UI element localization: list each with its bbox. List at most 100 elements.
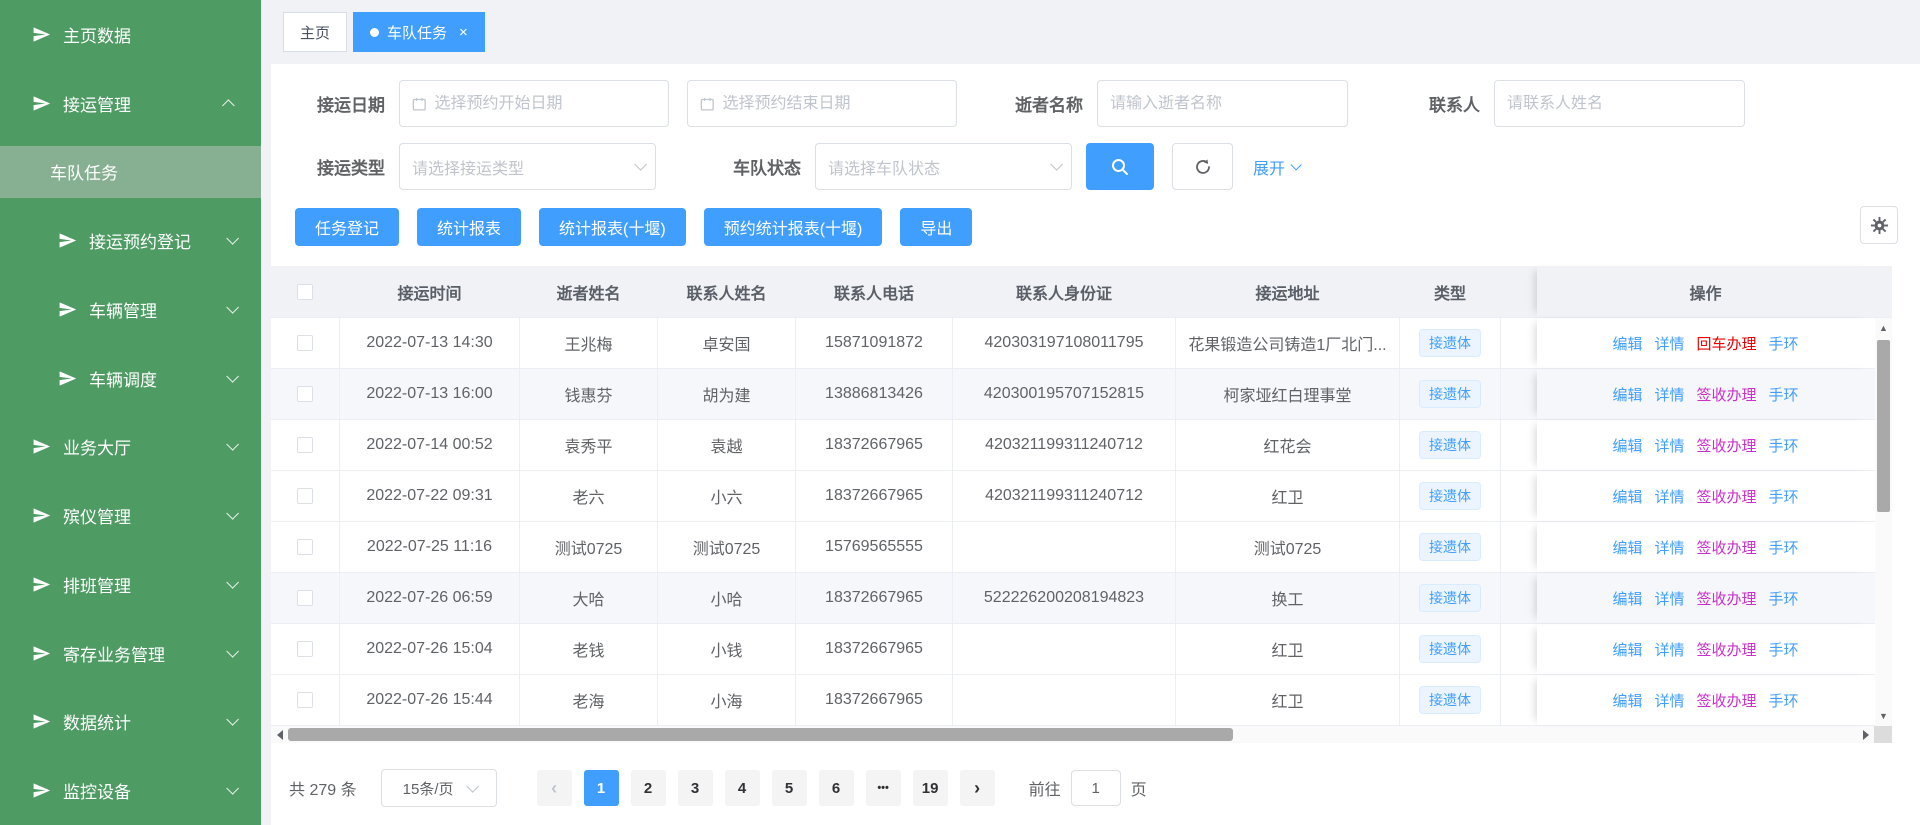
wristband-link[interactable]: 手环 <box>1769 639 1799 660</box>
stats-report-button[interactable]: 统计报表 <box>417 208 521 246</box>
wristband-link[interactable]: 手环 <box>1769 384 1799 405</box>
tab-主页[interactable]: 主页 <box>283 12 347 52</box>
next-page-button[interactable]: › <box>960 770 995 806</box>
sidebar-item-接运预约登记[interactable]: 接运预约登记 <box>0 206 261 275</box>
edit-link[interactable]: 编辑 <box>1612 435 1642 456</box>
type-badge: 接遗体 <box>1419 635 1481 663</box>
scroll-left-icon[interactable] <box>271 726 288 743</box>
sidebar-item-业务大厅[interactable]: 业务大厅 <box>0 413 261 482</box>
sign-off-link[interactable]: 签收办理 <box>1697 537 1757 558</box>
page-button-2[interactable]: 2 <box>631 770 666 806</box>
vertical-scrollbar-thumb[interactable] <box>1877 340 1890 512</box>
chevron-down-icon <box>226 645 239 658</box>
stats-report-shiyan-button[interactable]: 统计报表(十堰) <box>539 208 686 246</box>
deceased-name-input[interactable] <box>1097 80 1348 127</box>
details-link[interactable]: 详情 <box>1654 690 1684 711</box>
type-badge: 接遗体 <box>1419 584 1481 612</box>
details-link[interactable]: 详情 <box>1654 486 1684 507</box>
row-checkbox[interactable] <box>297 488 313 504</box>
row-checkbox[interactable] <box>297 539 313 555</box>
edit-link[interactable]: 编辑 <box>1612 588 1642 609</box>
sign-off-link[interactable]: 签收办理 <box>1697 486 1757 507</box>
page-button-3[interactable]: 3 <box>678 770 713 806</box>
wristband-link[interactable]: 手环 <box>1769 435 1799 456</box>
pager-ellipsis[interactable]: ••• <box>866 770 901 806</box>
sidebar-item-车辆管理[interactable]: 车辆管理 <box>0 275 261 344</box>
row-checkbox[interactable] <box>297 590 313 606</box>
goto-page-input[interactable] <box>1071 770 1121 806</box>
page-button-5[interactable]: 5 <box>772 770 807 806</box>
tab-close-icon[interactable]: × <box>459 25 468 40</box>
wristband-link[interactable]: 手环 <box>1769 333 1799 354</box>
cell-pickup-time: 2022-07-13 16:00 <box>340 369 520 419</box>
scroll-up-icon[interactable]: ▲ <box>1879 318 1888 338</box>
date-end-input[interactable] <box>687 80 957 127</box>
sidebar-item-排班管理[interactable]: 排班管理 <box>0 550 261 619</box>
sign-off-link[interactable]: 签收办理 <box>1697 588 1757 609</box>
booking-stats-report-shiyan-button[interactable]: 预约统计报表(十堰) <box>704 208 883 246</box>
edit-link[interactable]: 编辑 <box>1612 537 1642 558</box>
sign-off-link[interactable]: 签收办理 <box>1697 639 1757 660</box>
wristband-link[interactable]: 手环 <box>1769 588 1799 609</box>
edit-link[interactable]: 编辑 <box>1612 690 1642 711</box>
wristband-link[interactable]: 手环 <box>1769 486 1799 507</box>
sidebar-item-接运管理[interactable]: 接运管理 <box>0 69 261 138</box>
date-start-input[interactable] <box>399 80 669 127</box>
sidebar-item-数据统计[interactable]: 数据统计 <box>0 688 261 757</box>
export-button[interactable]: 导出 <box>900 208 972 246</box>
horizontal-scrollbar-thumb[interactable] <box>288 728 1233 741</box>
page-button-19[interactable]: 19 <box>913 770 948 806</box>
cell-pickup-time: 2022-07-26 15:44 <box>340 675 520 725</box>
sidebar-item-车队任务[interactable]: 车队任务 <box>0 146 261 198</box>
edit-link[interactable]: 编辑 <box>1612 384 1642 405</box>
vertical-scrollbar[interactable]: ▲ ▼ <box>1875 318 1892 726</box>
page-size-select[interactable]: 15条/页 <box>381 769 497 807</box>
row-checkbox[interactable] <box>297 641 313 657</box>
edit-link[interactable]: 编辑 <box>1612 486 1642 507</box>
wristband-link[interactable]: 手环 <box>1769 690 1799 711</box>
return-car-link[interactable]: 回车办理 <box>1697 333 1757 354</box>
settings-button[interactable] <box>1860 206 1898 244</box>
scroll-down-icon[interactable]: ▼ <box>1879 706 1888 726</box>
details-link[interactable]: 详情 <box>1654 435 1684 456</box>
horizontal-scrollbar[interactable] <box>271 726 1892 743</box>
sidebar-item-寄存业务管理[interactable]: 寄存业务管理 <box>0 619 261 688</box>
sidebar-item-车辆调度[interactable]: 车辆调度 <box>0 344 261 413</box>
refresh-button[interactable] <box>1172 143 1233 190</box>
row-checkbox[interactable] <box>297 386 313 402</box>
table-row: 2022-07-22 09:31 老六 小六 18372667965 42032… <box>271 471 1892 522</box>
sidebar-item-殡仪管理[interactable]: 殡仪管理 <box>0 481 261 550</box>
row-checkbox[interactable] <box>297 692 313 708</box>
details-link[interactable]: 详情 <box>1654 537 1684 558</box>
page-button-1[interactable]: 1 <box>584 770 619 806</box>
contact-input[interactable] <box>1494 80 1745 127</box>
expand-link[interactable]: 展开 <box>1253 155 1298 179</box>
column-header-逝者姓名: 逝者姓名 <box>520 266 658 317</box>
select-all-checkbox[interactable] <box>297 284 313 300</box>
tab-车队任务[interactable]: 车队任务 × <box>353 12 485 52</box>
details-link[interactable]: 详情 <box>1654 588 1684 609</box>
details-link[interactable]: 详情 <box>1654 384 1684 405</box>
edit-link[interactable]: 编辑 <box>1612 639 1642 660</box>
scroll-right-icon[interactable] <box>1857 726 1874 743</box>
sidebar-item-主页数据[interactable]: 主页数据 <box>0 0 261 69</box>
details-link[interactable]: 详情 <box>1654 639 1684 660</box>
task-register-button[interactable]: 任务登记 <box>295 208 399 246</box>
page-button-6[interactable]: 6 <box>819 770 854 806</box>
page-button-4[interactable]: 4 <box>725 770 760 806</box>
sign-off-link[interactable]: 签收办理 <box>1697 435 1757 456</box>
sign-off-link[interactable]: 签收办理 <box>1697 384 1757 405</box>
prev-page-button[interactable]: ‹ <box>537 770 572 806</box>
header-gap <box>1501 266 1537 317</box>
details-link[interactable]: 详情 <box>1654 333 1684 354</box>
wristband-link[interactable]: 手环 <box>1769 537 1799 558</box>
sign-off-link[interactable]: 签收办理 <box>1697 690 1757 711</box>
row-checkbox[interactable] <box>297 335 313 351</box>
sidebar-item-监控设备[interactable]: 监控设备 <box>0 756 261 825</box>
row-checkbox[interactable] <box>297 437 313 453</box>
pickup-type-select[interactable]: 请选择接运类型 <box>399 143 656 190</box>
type-badge: 接遗体 <box>1419 482 1481 510</box>
search-button[interactable] <box>1086 143 1154 190</box>
edit-link[interactable]: 编辑 <box>1612 333 1642 354</box>
fleet-status-select[interactable]: 请选择车队状态 <box>815 143 1072 190</box>
